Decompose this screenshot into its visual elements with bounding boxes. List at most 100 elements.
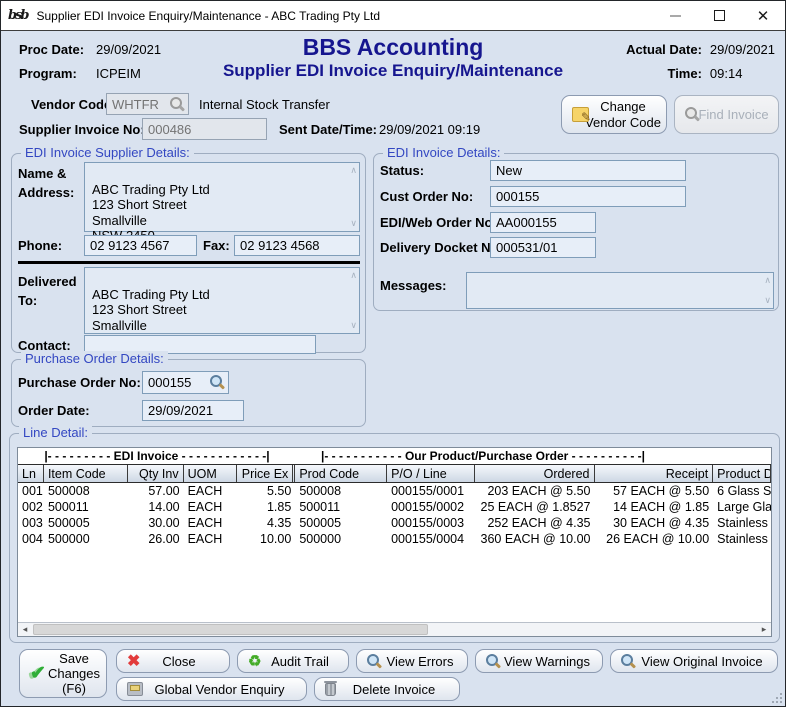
purchase-order-group: Purchase Order Details: Purchase Order N… xyxy=(11,359,366,427)
col-po-line: P/O / Line xyxy=(387,465,475,482)
window-controls: ✕ xyxy=(653,1,785,30)
table-column-headers: Ln Item Code Qty Inv UOM Price Ex Prod C… xyxy=(18,464,771,483)
col-ordered: Ordered xyxy=(475,465,595,482)
magnifier-icon xyxy=(367,654,382,669)
close-window-button[interactable]: ✕ xyxy=(741,1,785,30)
supplier-details-title: EDI Invoice Supplier Details: xyxy=(21,145,194,160)
change-vendor-code-button[interactable]: Change Vendor Code xyxy=(561,95,667,134)
table-row[interactable]: 00350000530.00EACH4.35500005000155/00032… xyxy=(18,515,771,531)
status-label: Status: xyxy=(380,163,424,178)
scroll-down-icon[interactable]: ∨ xyxy=(350,219,357,228)
view-original-invoice-button[interactable]: View Original Invoice xyxy=(610,649,778,673)
table-row[interactable]: 00150000857.00EACH5.50500008000155/00012… xyxy=(18,483,771,499)
name-address-textarea[interactable]: ABC Trading Pty Ltd 123 Short Street Sma… xyxy=(84,162,360,232)
phone-field[interactable]: 02 9123 4567 xyxy=(84,235,197,256)
magnifier-icon xyxy=(486,654,501,669)
delete-invoice-button[interactable]: Delete Invoice xyxy=(314,677,460,701)
title-bar[interactable]: bsb Supplier EDI Invoice Enquiry/Mainten… xyxy=(1,1,785,31)
maximize-button[interactable] xyxy=(697,1,741,30)
line-detail-title: Line Detail: xyxy=(19,425,92,440)
scroll-up-icon[interactable]: ∧ xyxy=(350,271,357,280)
delivery-docket-field[interactable]: 000531/01 xyxy=(490,237,596,258)
supplier-details-group: EDI Invoice Supplier Details: Name & Add… xyxy=(11,153,366,353)
magnifier-icon xyxy=(621,654,636,669)
table-row[interactable]: 00450000026.00EACH10.00500000000155/0004… xyxy=(18,531,771,547)
scroll-down-icon[interactable]: ∨ xyxy=(764,296,771,305)
sent-datetime-value: 29/09/2021 09:19 xyxy=(379,122,480,137)
cust-order-field[interactable]: 000155 xyxy=(490,186,686,207)
vendor-lookup-icon[interactable] xyxy=(170,97,185,112)
vendor-code-field[interactable]: WHTFR xyxy=(106,93,189,115)
name-address-label: Name & Address: xyxy=(18,164,74,202)
horizontal-scrollbar[interactable]: ◂ ▸ xyxy=(18,622,771,636)
edit-note-icon xyxy=(572,107,589,122)
delivered-to-label: Delivered To: xyxy=(18,272,77,310)
scrollbar-thumb[interactable] xyxy=(33,624,428,635)
table-row[interactable]: 00250001114.00EACH1.85500011000155/00022… xyxy=(18,499,771,515)
col-price-ex: Price Ex xyxy=(237,465,295,482)
purchase-order-title: Purchase Order Details: xyxy=(21,351,168,366)
close-icon: ✕ xyxy=(757,7,770,25)
purchase-order-no-label: Purchase Order No: xyxy=(18,375,141,390)
minimize-button[interactable] xyxy=(653,1,697,30)
po-lookup-icon[interactable] xyxy=(210,375,225,390)
date-time-info: Actual Date: 29/09/2021 Time: 09:14 xyxy=(626,38,775,86)
scroll-up-icon[interactable]: ∧ xyxy=(350,166,357,175)
check-icon: ✔ xyxy=(30,666,46,681)
actual-date-label: Actual Date: xyxy=(626,38,702,62)
global-vendor-enquiry-button[interactable]: Global Vendor Enquiry xyxy=(116,677,307,701)
col-receipt: Receipt xyxy=(595,465,714,482)
recycle-icon: ♻ xyxy=(248,652,261,670)
scroll-right-icon[interactable]: ▸ xyxy=(757,623,771,636)
card-file-icon xyxy=(127,682,143,696)
delivery-docket-label: Delivery Docket No: xyxy=(380,240,503,255)
col-qty-inv: Qty Inv xyxy=(128,465,184,482)
phone-label: Phone: xyxy=(18,238,62,253)
scroll-up-icon[interactable]: ∧ xyxy=(764,276,771,285)
cust-order-label: Cust Order No: xyxy=(380,189,473,204)
window-title: Supplier EDI Invoice Enquiry/Maintenance… xyxy=(37,9,381,23)
col-item-code: Item Code xyxy=(44,465,128,482)
fax-field[interactable]: 02 9123 4568 xyxy=(234,235,360,256)
vendor-code-label: Vendor Code: xyxy=(31,97,116,112)
messages-label: Messages: xyxy=(380,278,446,293)
col-uom: UOM xyxy=(184,465,238,482)
order-date-field[interactable]: 29/09/2021 xyxy=(142,400,244,421)
red-x-icon: ✖ xyxy=(127,651,140,671)
invoice-details-group: EDI Invoice Details: Status: New Cust Or… xyxy=(373,153,779,311)
app-logo-icon: bsb xyxy=(8,8,28,23)
line-detail-table[interactable]: |- - - - - - - - - EDI Invoice - - - - -… xyxy=(17,447,772,637)
vendor-name-text: Internal Stock Transfer xyxy=(199,97,330,112)
col-prod-code: Prod Code xyxy=(295,465,387,482)
supplier-invoice-label: Supplier Invoice No: xyxy=(19,122,145,137)
purchase-order-no-field[interactable]: 000155 xyxy=(142,371,229,394)
trash-icon xyxy=(325,683,336,696)
view-errors-button[interactable]: View Errors xyxy=(356,649,468,673)
scroll-down-icon[interactable]: ∨ xyxy=(350,321,357,330)
scroll-left-icon[interactable]: ◂ xyxy=(18,623,32,636)
app-window: bsb Supplier EDI Invoice Enquiry/Mainten… xyxy=(0,0,786,707)
table-group-header: |- - - - - - - - - EDI Invoice - - - - -… xyxy=(18,448,771,464)
save-changes-button[interactable]: ✔ Save Changes (F6) xyxy=(19,649,107,698)
edi-web-order-field[interactable]: AA000155 xyxy=(490,212,596,233)
find-invoice-button[interactable]: Find Invoice xyxy=(674,95,779,134)
resize-grip[interactable] xyxy=(772,693,782,703)
audit-trail-button[interactable]: ♻ Audit Trail xyxy=(237,649,349,673)
invoice-details-title: EDI Invoice Details: xyxy=(383,145,504,160)
fax-label: Fax: xyxy=(203,238,230,253)
maximize-icon xyxy=(714,10,725,21)
section-divider xyxy=(18,261,360,264)
view-warnings-button[interactable]: View Warnings xyxy=(475,649,603,673)
col-product-desc: Product De xyxy=(713,465,771,482)
our-product-group-header: |- - - - - - - - - - - Our Product/Purch… xyxy=(296,449,670,463)
messages-textarea[interactable]: ∧ ∨ xyxy=(466,272,774,309)
supplier-invoice-field[interactable]: 000486 xyxy=(142,118,267,140)
status-field[interactable]: New xyxy=(490,160,686,181)
close-button[interactable]: ✖ Close xyxy=(116,649,230,673)
sent-datetime-label: Sent Date/Time: xyxy=(279,122,377,137)
edi-web-order-label: EDI/Web Order No: xyxy=(380,215,497,230)
time-value: 09:14 xyxy=(710,62,775,86)
delivered-to-textarea[interactable]: ABC Trading Pty Ltd 123 Short Street Sma… xyxy=(84,267,360,334)
col-ln: Ln xyxy=(18,465,44,482)
actual-date-value: 29/09/2021 xyxy=(710,38,775,62)
